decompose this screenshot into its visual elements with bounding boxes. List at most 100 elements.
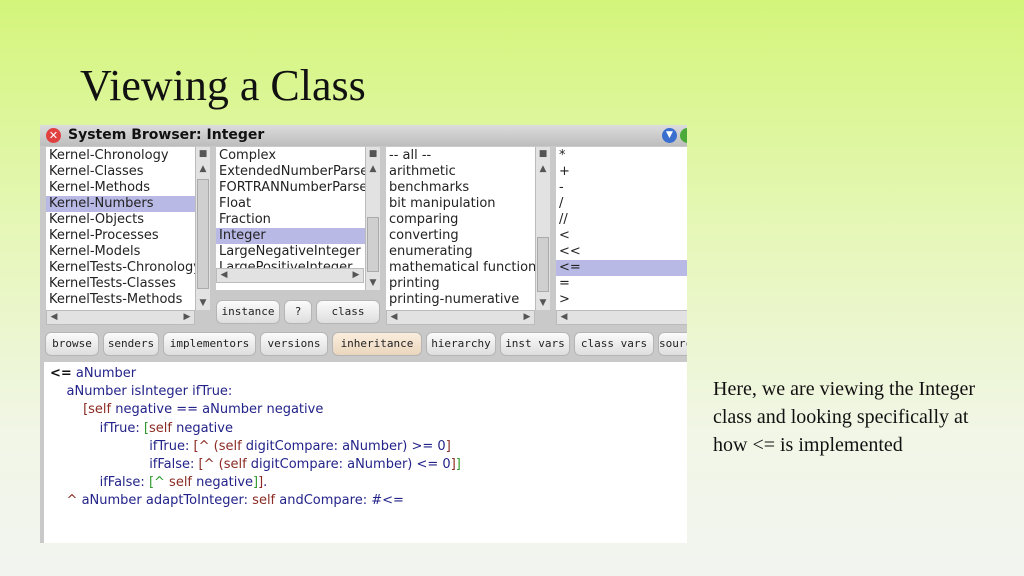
package-item[interactable]: Kernel-Processes	[46, 228, 195, 244]
category-item[interactable]: bit manipulation	[386, 196, 535, 212]
method-item[interactable]: <	[556, 228, 687, 244]
code-token: self	[223, 456, 247, 472]
code-token: ifFalse:	[99, 475, 149, 491]
toolbar-button-browse[interactable]: browse	[45, 332, 99, 356]
toolbar-button-source[interactable]: source	[658, 332, 687, 356]
class-item[interactable]: Float	[216, 196, 365, 212]
method-item[interactable]: <<	[556, 244, 687, 260]
package-vscroll[interactable]: ■ ▲ ▼	[195, 147, 210, 310]
package-item[interactable]: Kernel-Chronology	[46, 148, 195, 164]
toolbar-button-inheritance[interactable]: inheritance	[332, 332, 422, 356]
package-item[interactable]: Kernel-Objects	[46, 212, 195, 228]
class-button[interactable]: class	[316, 300, 380, 324]
toolbar-button-class-vars[interactable]: class vars	[574, 332, 654, 356]
class-vscroll[interactable]: ■ ▲ ▼	[365, 147, 380, 290]
method-item[interactable]: +	[556, 164, 687, 180]
method-item[interactable]: *	[556, 148, 687, 164]
code-token: self	[149, 420, 172, 436]
scroll-square-icon[interactable]: ■	[536, 147, 550, 161]
class-hscroll[interactable]: ◀ ▶	[216, 268, 364, 283]
code-editor[interactable]: <= aNumber aNumber isInteger ifTrue: [se…	[44, 362, 687, 543]
toolbar-button-versions[interactable]: versions	[260, 332, 328, 356]
package-item[interactable]: Kernel-Methods	[46, 180, 195, 196]
category-item[interactable]: enumerating	[386, 244, 535, 260]
scroll-down-icon[interactable]: ▼	[366, 276, 380, 290]
package-list[interactable]: Kernel-Chronology Kernel-Classes Kernel-Me…	[46, 147, 195, 310]
category-vscroll[interactable]: ■ ▲ ▼	[535, 147, 550, 310]
scroll-up-icon[interactable]: ▲	[366, 162, 380, 176]
category-item[interactable]: printing-numerative	[386, 292, 535, 308]
menu-down-icon[interactable]: ▼	[662, 128, 677, 143]
code-token: ]	[445, 438, 451, 454]
scroll-left-icon[interactable]: ◀	[217, 269, 231, 282]
code-line: [self negative == aNumber negative	[50, 401, 687, 419]
category-hscroll[interactable]: ◀ ▶	[386, 310, 535, 325]
scroll-right-icon[interactable]: ▶	[349, 269, 363, 282]
code-token: self	[252, 493, 276, 509]
scroll-left-icon[interactable]: ◀	[47, 311, 61, 324]
class-item[interactable]: Complex	[216, 148, 365, 164]
category-item[interactable]: benchmarks	[386, 180, 535, 196]
method-item[interactable]: -	[556, 180, 687, 196]
toolbar-button-implementors[interactable]: implementors	[163, 332, 256, 356]
class-item[interactable]: FORTRANNumberParser	[216, 180, 365, 196]
scroll-right-icon[interactable]: ▶	[520, 311, 534, 324]
scroll-thumb[interactable]	[367, 217, 379, 272]
package-item[interactable]: KernelTests-Methods	[46, 292, 195, 308]
class-item[interactable]: ExtendedNumberParser	[216, 164, 365, 180]
code-token: aNumber	[71, 366, 137, 381]
method-item[interactable]: >	[556, 292, 687, 308]
code-token: ifFalse:	[149, 456, 199, 472]
toolbar-button-inst-vars[interactable]: inst vars	[500, 332, 570, 356]
code-token: [^	[148, 475, 170, 491]
category-item[interactable]: comparing	[386, 212, 535, 228]
category-item[interactable]: printing	[386, 276, 535, 292]
package-item[interactable]: KernelTests-Classes	[46, 276, 195, 292]
category-item[interactable]: converting	[386, 228, 535, 244]
scroll-left-icon[interactable]: ◀	[387, 311, 401, 324]
class-item[interactable]: LargeNegativeInteger	[216, 244, 365, 260]
code-token: digitCompare: aNumber) <= 0	[246, 456, 451, 472]
window-title: System Browser: Integer	[68, 127, 265, 143]
scroll-up-icon[interactable]: ▲	[536, 162, 550, 176]
category-item[interactable]: mathematical functions	[386, 260, 535, 276]
code-line: ifFalse: [^ (self digitCompare: aNumber)…	[50, 456, 687, 474]
class-item[interactable]: Integer	[216, 228, 365, 244]
system-browser-window: ✕ System Browser: Integer ▼ Kernel-Chron…	[40, 125, 687, 543]
package-hscroll[interactable]: ◀ ▶	[46, 310, 195, 325]
scroll-thumb[interactable]	[537, 237, 549, 292]
package-item[interactable]: Kernel-Models	[46, 244, 195, 260]
code-line: ifFalse: [^ self negative]].	[50, 474, 687, 492]
category-list[interactable]: -- all -- arithmetic benchmarks bit manipul…	[386, 147, 535, 310]
method-hscroll[interactable]: ◀	[556, 310, 687, 325]
scroll-right-icon[interactable]: ▶	[180, 311, 194, 324]
scroll-square-icon[interactable]: ■	[366, 147, 380, 161]
window-title-bar[interactable]: ✕ System Browser: Integer ▼	[40, 125, 687, 146]
toolbar-button-hierarchy[interactable]: hierarchy	[426, 332, 496, 356]
scroll-left-icon[interactable]: ◀	[557, 311, 571, 324]
method-item[interactable]: /	[556, 196, 687, 212]
help-button[interactable]: ?	[284, 300, 312, 324]
scroll-down-icon[interactable]: ▼	[536, 296, 550, 310]
code-line: aNumber isInteger ifTrue:	[50, 383, 687, 401]
instance-button[interactable]: instance	[216, 300, 280, 324]
code-token: ifTrue:	[99, 420, 144, 436]
close-icon[interactable]: ✕	[46, 128, 61, 143]
category-item[interactable]: arithmetic	[386, 164, 535, 180]
method-list[interactable]: * + - ///< << <= = >	[556, 147, 687, 310]
scroll-thumb[interactable]	[197, 179, 209, 289]
collapse-icon[interactable]	[680, 128, 687, 143]
code-line: ^ aNumber adaptToInteger: self andCompar…	[50, 492, 687, 510]
scroll-square-icon[interactable]: ■	[196, 147, 210, 161]
method-item[interactable]: <=	[556, 260, 687, 276]
toolbar-button-senders[interactable]: senders	[103, 332, 159, 356]
scroll-up-icon[interactable]: ▲	[196, 162, 210, 176]
category-item[interactable]: -- all --	[386, 148, 535, 164]
package-item[interactable]: KernelTests-Chronology	[46, 260, 195, 276]
method-item[interactable]: //	[556, 212, 687, 228]
method-item[interactable]: =	[556, 276, 687, 292]
package-item[interactable]: Kernel-Classes	[46, 164, 195, 180]
scroll-down-icon[interactable]: ▼	[196, 296, 210, 310]
package-item[interactable]: Kernel-Numbers	[46, 196, 195, 212]
class-item[interactable]: Fraction	[216, 212, 365, 228]
